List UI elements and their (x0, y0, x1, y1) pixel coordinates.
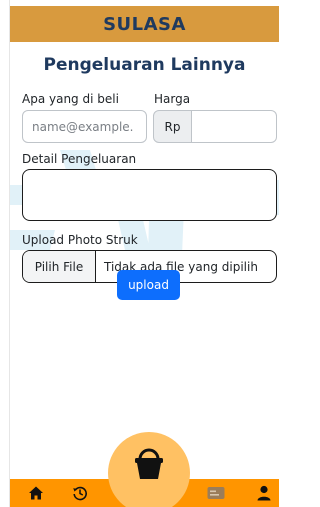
card-icon[interactable] (206, 483, 226, 503)
price-input-field[interactable] (201, 119, 276, 134)
left-edge (0, 0, 10, 507)
detail-textarea[interactable] (22, 169, 277, 221)
app-page: SULASA Pengeluaran Lainnya Apa yang di b… (0, 0, 279, 507)
item-label: Apa yang di beli (22, 92, 119, 106)
item-input-field[interactable] (32, 119, 146, 134)
app-title: SULASA (103, 13, 186, 35)
home-icon[interactable] (26, 483, 46, 503)
price-label: Harga (154, 92, 191, 106)
choose-file-button[interactable]: Pilih File (23, 251, 96, 282)
history-icon[interactable] (70, 483, 90, 503)
price-prefix: Rp (153, 110, 192, 143)
app-header: SULASA (10, 6, 279, 42)
basket-button[interactable] (108, 432, 190, 507)
page-title: Pengeluaran Lainnya (43, 55, 246, 75)
detail-label: Detail Pengeluaran (22, 152, 137, 166)
price-input[interactable] (192, 110, 277, 143)
item-input[interactable] (22, 110, 147, 143)
basket-icon (135, 448, 163, 479)
upload-button[interactable]: upload (117, 270, 180, 300)
photo-label: Upload Photo Struk (22, 233, 138, 247)
user-icon[interactable] (254, 483, 274, 503)
